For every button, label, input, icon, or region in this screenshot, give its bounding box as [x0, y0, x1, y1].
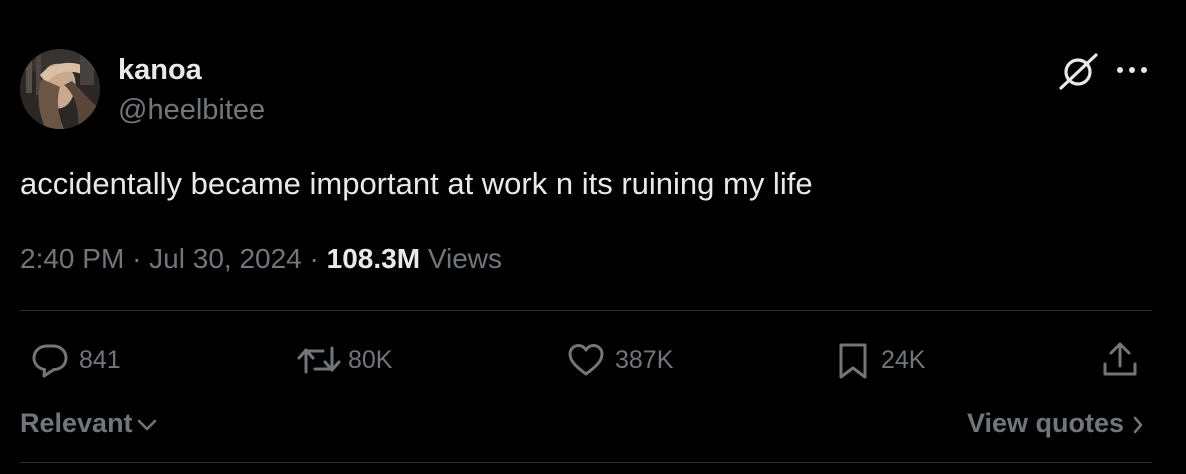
- sort-label: Relevant: [20, 407, 133, 438]
- share-icon: [1103, 342, 1137, 376]
- tweet-time[interactable]: 2:40 PM: [20, 243, 124, 274]
- reply-icon: [32, 344, 68, 378]
- share-button[interactable]: [1100, 340, 1140, 380]
- views-label: Views: [427, 243, 503, 274]
- user-handle[interactable]: @heelbitee: [118, 92, 265, 128]
- display-name[interactable]: kanoa: [118, 52, 202, 88]
- avatar[interactable]: [20, 49, 100, 129]
- bookmark-icon: [839, 343, 867, 379]
- tweet-meta: 2:40 PM · Jul 30, 2024 · 108.3M Views: [20, 240, 502, 278]
- repost-icon: [297, 346, 341, 374]
- meta-separator: ·: [132, 243, 142, 274]
- tweet-text: accidentally became important at work n …: [20, 166, 813, 201]
- avatar-image: [20, 49, 100, 129]
- more-icon[interactable]: [1116, 62, 1148, 83]
- tweet-date[interactable]: Jul 30, 2024: [149, 243, 302, 274]
- bookmark-count: 24K: [881, 345, 926, 374]
- bookmark-button[interactable]: 24K: [834, 340, 925, 380]
- like-icon: [568, 344, 604, 376]
- views-count: 108.3M: [326, 243, 421, 274]
- sort-replies-dropdown[interactable]: Relevant: [20, 404, 158, 442]
- chevron-right-icon: [1133, 416, 1143, 433]
- view-quotes-link[interactable]: View quotes: [967, 404, 1144, 442]
- like-button[interactable]: 387K: [566, 340, 673, 380]
- like-count: 387K: [615, 345, 674, 374]
- reply-button[interactable]: 841: [30, 340, 121, 380]
- meta-separator: ·: [309, 243, 319, 274]
- repost-button[interactable]: 80K: [296, 340, 392, 380]
- view-quotes-label: View quotes: [966, 407, 1124, 438]
- repost-count: 80K: [348, 345, 393, 374]
- chevron-down-icon: [137, 419, 156, 431]
- divider: [20, 310, 1152, 311]
- divider: [20, 462, 1152, 463]
- reply-count: 841: [79, 345, 121, 374]
- grok-icon[interactable]: [1058, 52, 1100, 97]
- tweet-card: kanoa @heelbitee accidentally became imp…: [0, 0, 1186, 474]
